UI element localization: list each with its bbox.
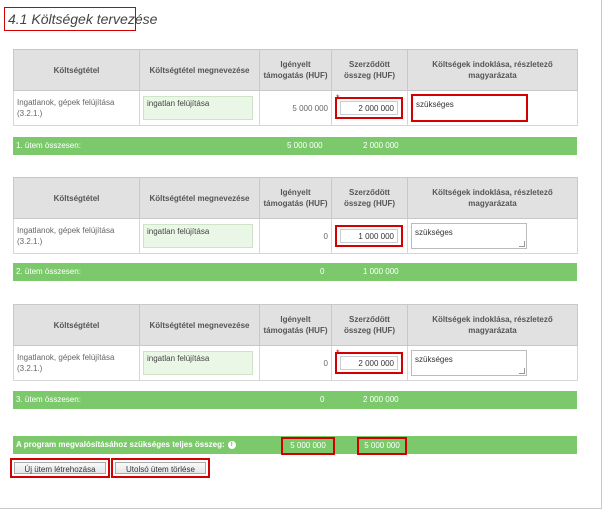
table-row: Ingatlanok, gépek felújítása (3.2.1.) in… [13,218,578,254]
cost-table-stage-3: Költségtétel Költségtétel megnevezése Ig… [13,304,578,381]
cost-item: Ingatlanok, gépek felújítása (3.2.1.) [13,90,140,126]
col-header-requested: Igényelt támogatás (HUF) [259,49,332,91]
contracted-amount-input[interactable]: 1 000 000 [340,229,398,243]
summary-requested: 0 [320,395,325,404]
table-header-row: Költségtétel Költségtétel megnevezése Ig… [13,49,578,91]
col-header-requested: Igényelt támogatás (HUF) [259,304,332,346]
col-header-item: Költségtétel [13,177,140,219]
cost-name-cell: ingatlan felújítása [139,90,260,126]
summary-contracted: 2 000 000 [363,395,399,404]
reason-textarea[interactable]: szükséges [411,350,527,376]
cost-table-stage-1: Költségtétel Költségtétel megnevezése Ig… [13,49,578,126]
delete-last-stage-button[interactable]: Utolsó ütem törlése [115,462,206,474]
summary-label: 0 [320,267,325,276]
grand-total-bar: A program megvalósításához szükséges tel… [13,436,577,455]
col-header-item: Költségtétel [13,304,140,346]
table-header-row: Költségtétel Költségtétel megnevezése Ig… [13,177,578,219]
stage-2-summary-bar: 0 2. ütem összesen: 1 000 000 [13,263,577,281]
col-header-contracted: Szerződött összeg (HUF) [331,49,408,91]
contracted-highlight: * 2 000 000 [335,93,403,119]
cost-name-field[interactable]: ingatlan felújítása [143,224,253,248]
new-stage-button[interactable]: Új ütem létrehozása [14,462,106,474]
col-header-reason: Költségek indoklása, részletező magyaráz… [407,304,578,346]
table-header-row: Költségtétel Költségtétel megnevezése Ig… [13,304,578,346]
col-header-requested: Igényelt támogatás (HUF) [259,177,332,219]
summary-label: 2. ütem összesen: [16,267,81,276]
table-row: Ingatlanok, gépek felújítása (3.2.1.) in… [13,90,578,126]
reason-cell: szükséges [407,218,578,254]
section-title: 4.1 Költségek tervezése [4,7,157,31]
col-header-item: Költségtétel [13,49,140,91]
cost-item: Ingatlanok, gépek felújítása (3.2.1.) [13,218,140,254]
col-header-name: Költségtétel megnevezése [139,49,260,91]
reason-textarea[interactable]: szükséges [411,223,527,249]
grand-total-requested: 5 000 000 [281,437,335,455]
col-header-reason: Költségek indoklása, részletező magyaráz… [407,177,578,219]
col-header-name: Költségtétel megnevezése [139,304,260,346]
grand-total-label: A program megvalósításához szükséges tel… [16,436,236,454]
cost-name-field[interactable]: ingatlan felújítása [143,96,253,120]
table-row: Ingatlanok, gépek felújítása (3.2.1.) in… [13,345,578,381]
resize-grip-icon[interactable] [519,241,525,247]
requested-amount: 0 [259,345,332,381]
requested-amount: 5 000 000 [259,90,332,126]
cost-name-field[interactable]: ingatlan felújítása [143,351,253,375]
resize-grip-icon[interactable] [519,368,525,374]
col-header-reason: Költségek indoklása, részletező magyaráz… [407,49,578,91]
summary-requested: 5 000 000 [287,141,323,150]
summary-label: 1. ütem összesen: [16,141,81,150]
requested-amount: 0 [259,218,332,254]
col-header-contracted: Szerződött összeg (HUF) [331,177,408,219]
delete-last-stage-highlight: Utolsó ütem törlése [111,458,210,478]
cost-name-cell: ingatlan felújítása [139,345,260,381]
col-header-name: Költségtétel megnevezése [139,177,260,219]
reason-cell: szükséges [407,345,578,381]
contracted-cell: * 2 000 000 [331,345,408,381]
reason-text: szükséges [416,100,454,109]
contracted-amount-input[interactable]: 2 000 000 [340,356,398,370]
grand-total-label-text: A program megvalósításához szükséges tel… [16,440,225,449]
grand-total-contracted: 5 000 000 [357,437,407,455]
contracted-amount-input[interactable]: 2 000 000 [340,101,398,115]
contracted-highlight: * 2 000 000 [335,348,403,374]
cost-name-cell: ingatlan felújítása [139,218,260,254]
summary-contracted: 1 000 000 [363,267,399,276]
contracted-cell: * 2 000 000 [331,90,408,126]
new-stage-highlight: Új ütem létrehozása [10,458,110,478]
cost-table-stage-2: Költségtétel Költségtétel megnevezése Ig… [13,177,578,254]
reason-cell: szükséges [407,90,578,126]
stage-1-summary-bar: 1. ütem összesen: 5 000 000 2 000 000 [13,137,577,155]
col-header-contracted: Szerződött összeg (HUF) [331,304,408,346]
reason-text: szükséges [415,355,453,364]
contracted-cell: 1 000 000 [331,218,408,254]
summary-label: 3. ütem összesen: [16,395,81,404]
summary-contracted: 2 000 000 [363,141,399,150]
info-icon[interactable]: i [227,440,236,449]
required-asterisk-icon: * [336,348,340,358]
required-asterisk-icon: * [336,93,340,103]
reason-text: szükséges [415,228,453,237]
reason-textarea[interactable]: szükséges [411,94,528,122]
cost-item: Ingatlanok, gépek felújítása (3.2.1.) [13,345,140,381]
stage-3-summary-bar: 3. ütem összesen: 0 2 000 000 [13,391,577,409]
contracted-highlight: 1 000 000 [335,225,403,247]
